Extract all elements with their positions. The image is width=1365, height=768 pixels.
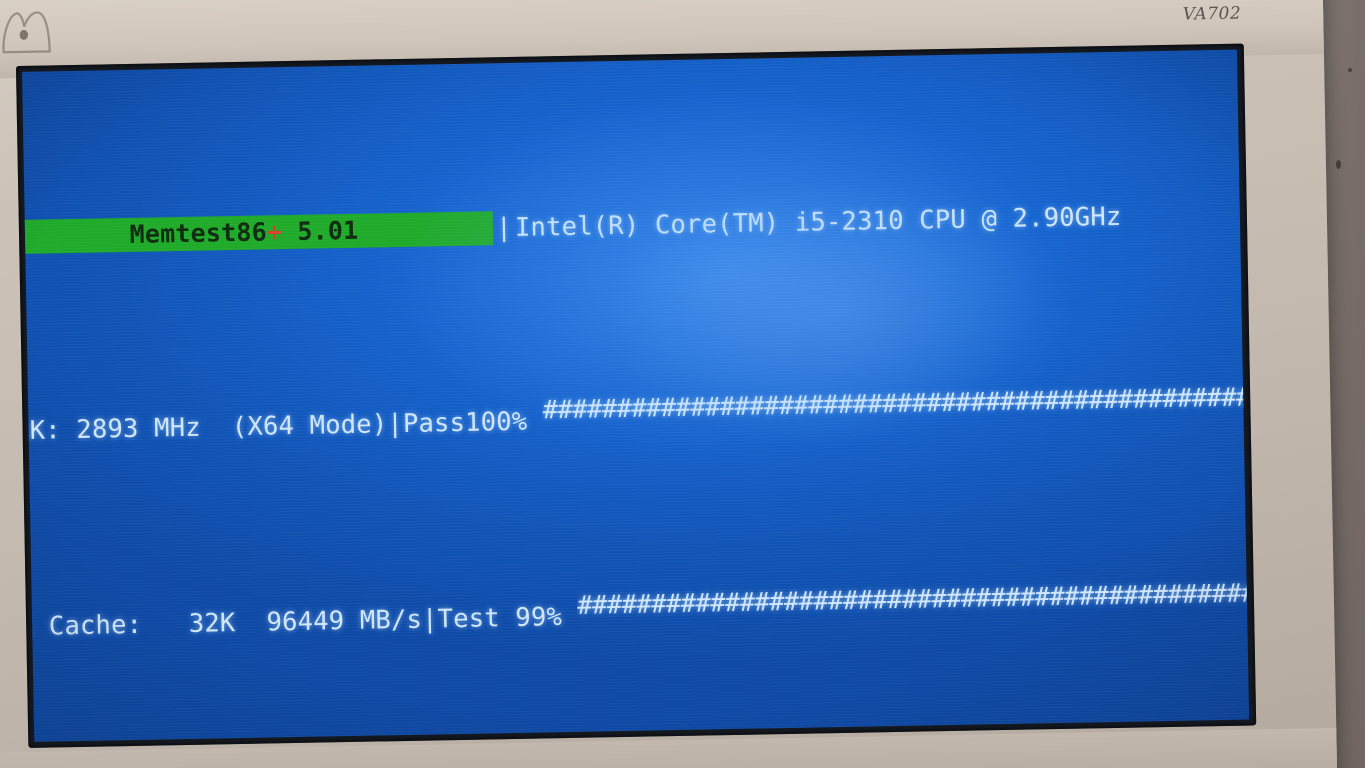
app-title-prefix: Memtest86	[129, 217, 268, 249]
test-progress-bar: ########################################…	[577, 578, 1250, 621]
row-separator: |	[387, 408, 404, 440]
pass-progress-row: Pass100% ###############################…	[402, 379, 1249, 443]
pass-progress-label: Pass100%	[402, 406, 528, 439]
app-title-version: 5.01	[297, 215, 359, 246]
row-separator: |	[421, 604, 438, 635]
row-clk-pass: CLK: 2893 MHz (X64 Mode) | Pass100% ####…	[22, 380, 1249, 450]
monitor-model-label: VA702	[1182, 3, 1242, 25]
lcd-screen: Memtest86+ 5.01 | Intel(R) Core(TM) i5-2…	[22, 49, 1250, 742]
row-l1-test: L1 Cache: 32K 96449 MB/s | Test 99% ####…	[22, 576, 1249, 646]
screen-rim: Memtest86+ 5.01 | Intel(R) Core(TM) i5-2…	[15, 43, 1257, 748]
l1-cache-line: L1 Cache: 32K 96449 MB/s	[22, 604, 423, 643]
wall-speck	[1348, 68, 1352, 72]
wall-speck	[1336, 160, 1341, 169]
clk-line: CLK: 2893 MHz (X64 Mode)	[22, 409, 388, 447]
test-progress-row: Test 99% ###############################…	[437, 575, 1249, 638]
header-row: Memtest86+ 5.01 | Intel(R) Core(TM) i5-2…	[22, 198, 1215, 255]
pass-progress-bar: ########################################…	[542, 382, 1250, 426]
header-separator: |	[495, 212, 513, 244]
test-progress-label: Test 99%	[437, 602, 563, 635]
app-title-band: Memtest86+ 5.01	[22, 211, 494, 255]
photograph-of-monitor: VA702 Memtest86+ 5.01 | Intel(R) Core(TM…	[0, 0, 1365, 768]
lcd-monitor: VA702 Memtest86+ 5.01 | Intel(R) Core(TM…	[0, 0, 1338, 768]
memtest-terminal: Memtest86+ 5.01 | Intel(R) Core(TM) i5-2…	[22, 50, 1249, 742]
cpu-model-text: Intel(R) Core(TM) i5-2310 CPU @ 2.90GHz	[514, 201, 1122, 243]
viewsonic-bird-logo	[2, 11, 51, 54]
app-title-plus: +	[266, 217, 283, 247]
